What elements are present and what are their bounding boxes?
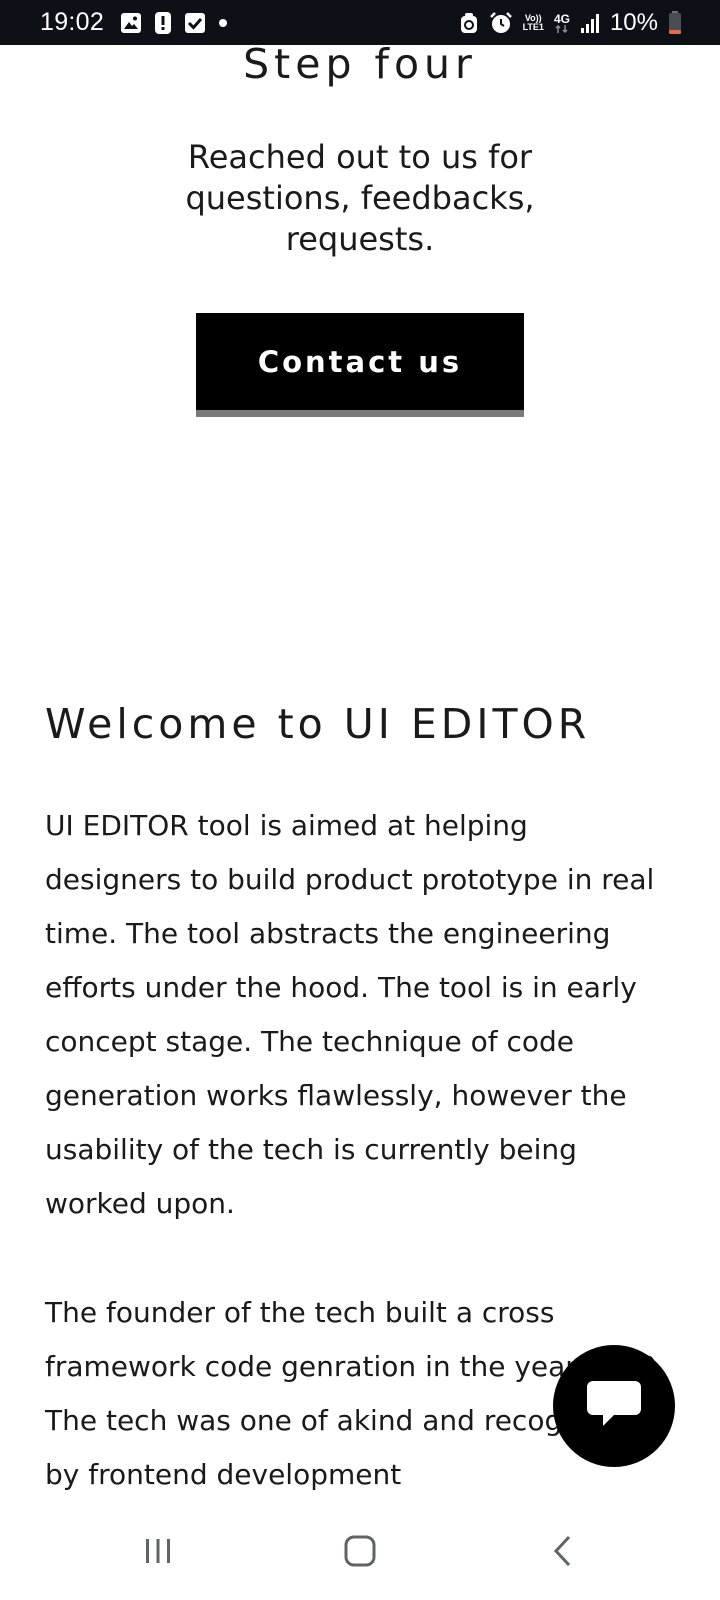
contact-us-button[interactable]: Contact us <box>196 313 524 417</box>
back-button[interactable] <box>503 1505 623 1600</box>
alert-icon <box>154 11 172 35</box>
battery-icon <box>668 10 682 35</box>
intro-paragraph: UI EDITOR tool is aimed at helping desig… <box>45 809 655 1220</box>
status-time: 19:02 <box>40 8 105 36</box>
step-description: Reached out to us for questions, feedbac… <box>185 138 535 258</box>
status-left: 19:02 <box>40 8 228 37</box>
gallery-icon <box>120 12 142 34</box>
sync-icon <box>459 12 479 34</box>
chat-button[interactable] <box>553 1345 675 1467</box>
navigation-bar <box>0 1505 720 1600</box>
home-button[interactable] <box>300 1505 420 1600</box>
chat-icon <box>585 1379 643 1433</box>
back-icon <box>551 1534 575 1572</box>
checkbox-icon <box>184 12 206 34</box>
signal-icon <box>580 12 600 34</box>
welcome-title: Welcome to UI EDITOR <box>45 700 591 748</box>
network-4g-icon: 4G <box>554 13 570 33</box>
recent-apps-button[interactable] <box>98 1505 218 1600</box>
home-icon <box>343 1534 377 1572</box>
battery-percentage: 10% <box>609 8 658 36</box>
step-title: Step four <box>243 40 477 88</box>
dot-icon <box>218 18 228 28</box>
volte-icon: Vo)) LTE1 <box>522 12 544 32</box>
recent-apps-icon <box>141 1535 175 1571</box>
alarm-icon <box>489 11 513 35</box>
status-right: Vo)) LTE1 4G 10% <box>459 9 682 37</box>
status-bar: 19:02 Vo)) LTE1 4G 10% <box>0 0 720 45</box>
